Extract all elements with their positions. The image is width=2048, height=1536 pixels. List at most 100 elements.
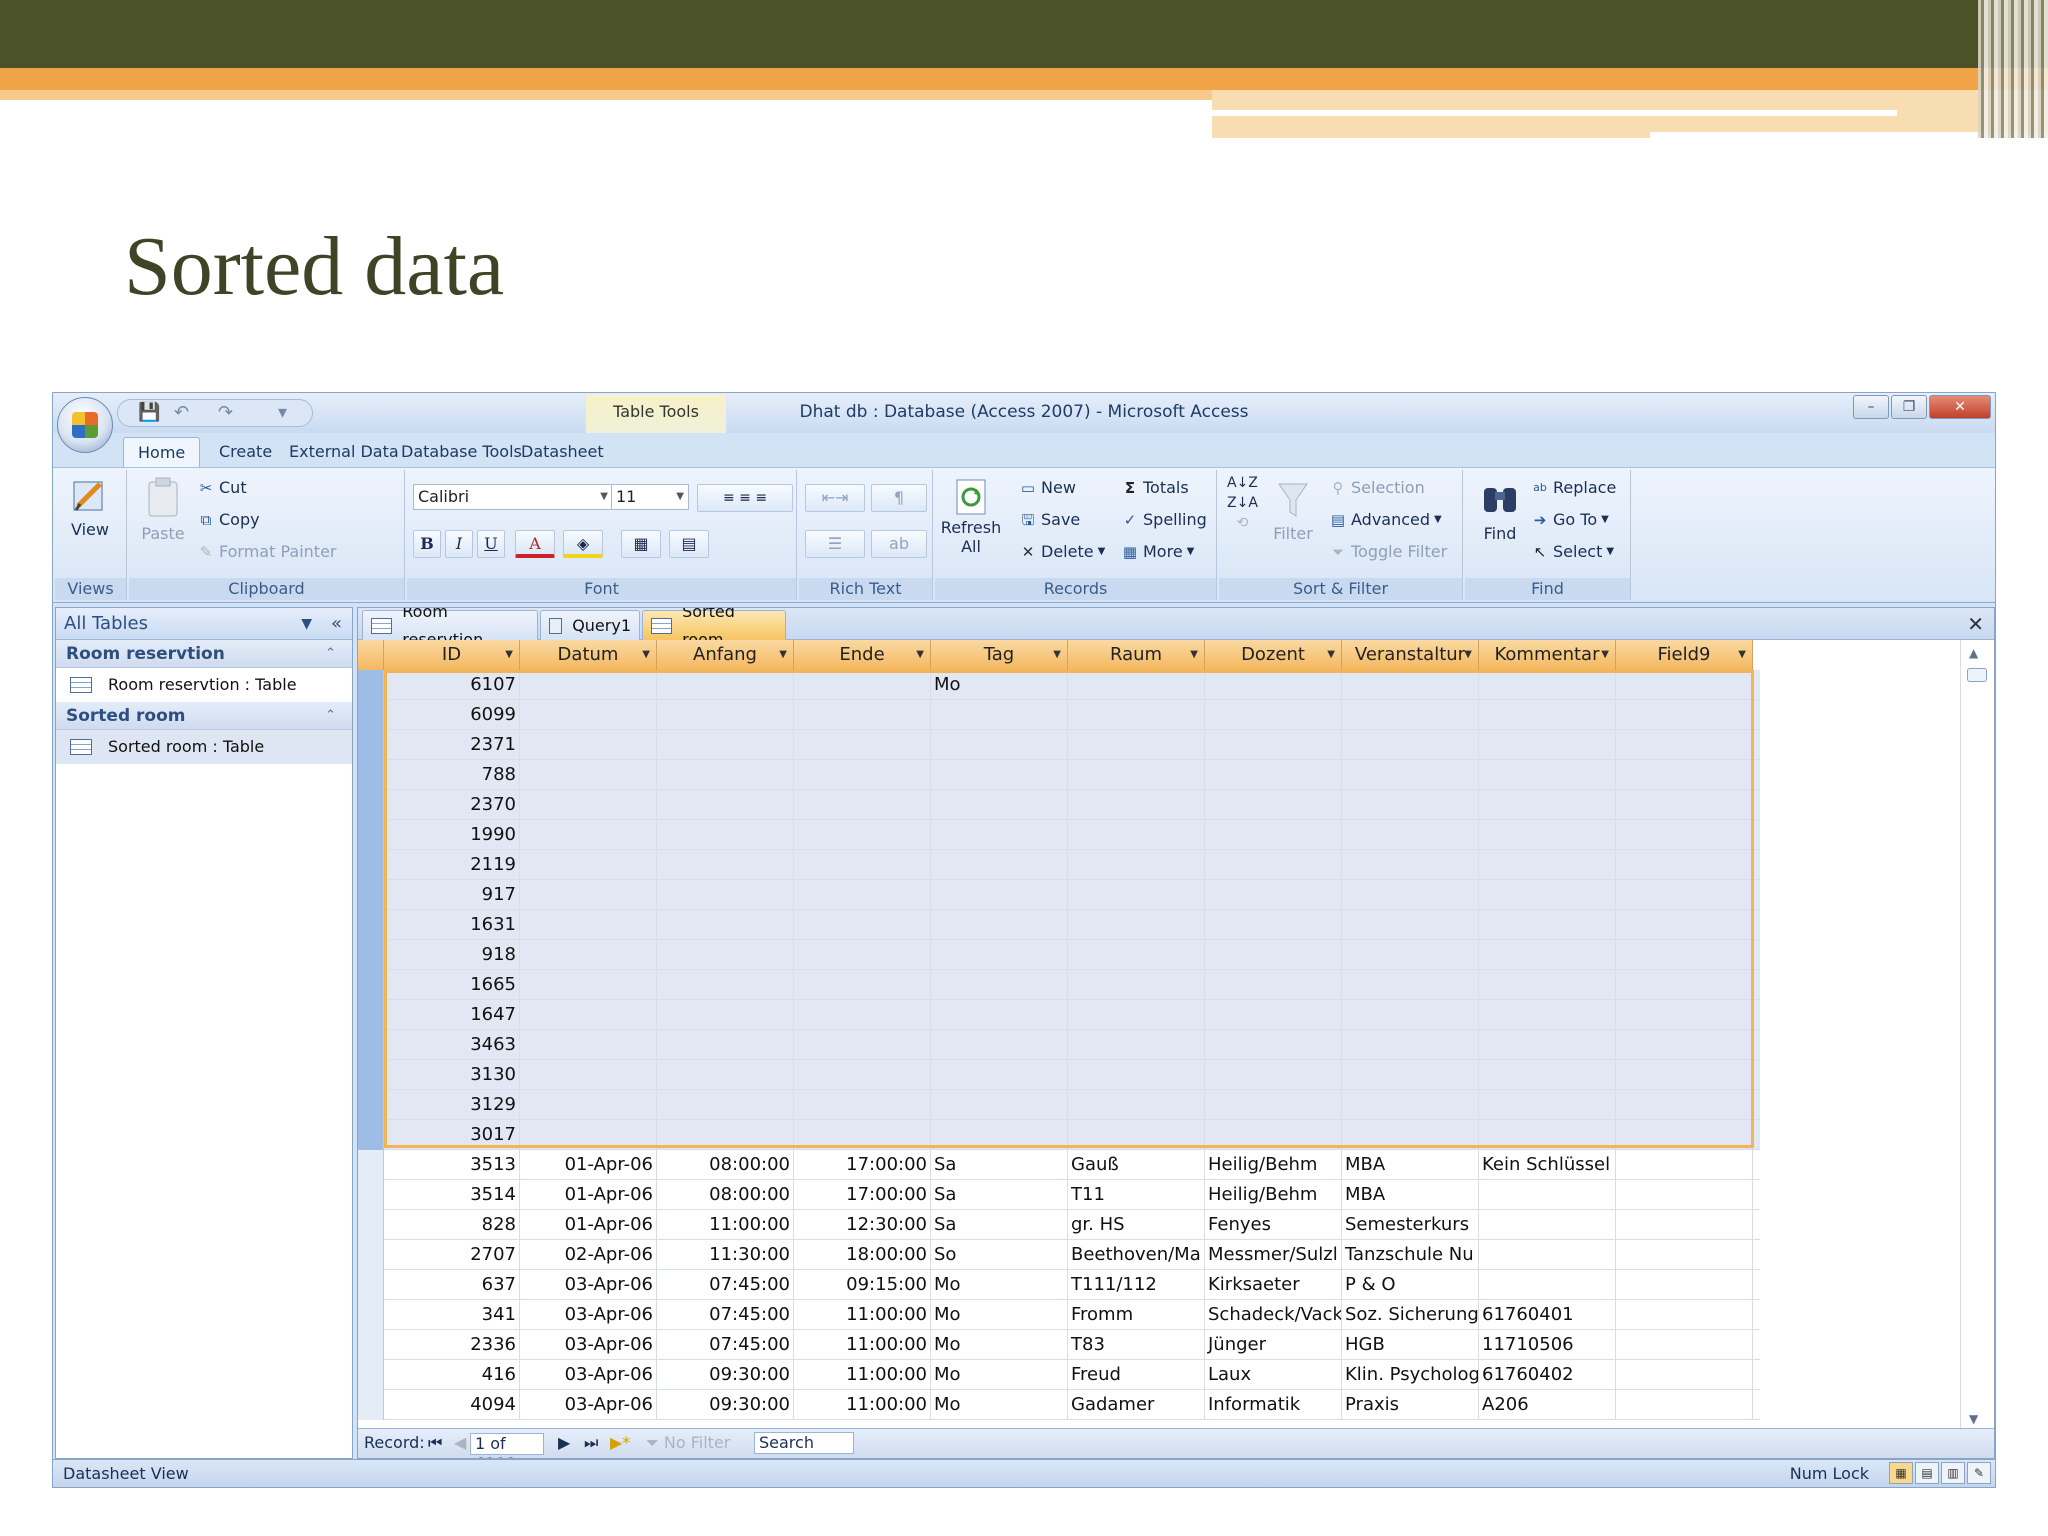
table-cell[interactable]: [1616, 850, 1753, 880]
table-cell[interactable]: HGB: [1342, 1330, 1479, 1360]
table-cell[interactable]: [1205, 850, 1342, 880]
table-cell[interactable]: [1068, 910, 1205, 940]
table-cell[interactable]: Heilig/Behm: [1205, 1150, 1342, 1180]
row-selector[interactable]: [358, 820, 384, 850]
table-cell[interactable]: [1616, 670, 1753, 700]
table-cell[interactable]: [931, 970, 1068, 1000]
table-cell[interactable]: [931, 1090, 1068, 1120]
table-cell[interactable]: [1479, 1240, 1616, 1270]
table-cell[interactable]: [794, 1120, 931, 1150]
nav-item-sorted-room-table[interactable]: Sorted room : Table: [56, 730, 352, 764]
table-cell[interactable]: [794, 970, 931, 1000]
table-cell[interactable]: [931, 1000, 1068, 1030]
table-cell[interactable]: Praxis: [1342, 1390, 1479, 1420]
nav-item-room-reservtion-table[interactable]: Room reservtion : Table: [56, 668, 352, 702]
table-cell[interactable]: [520, 1030, 657, 1060]
table-cell[interactable]: [1205, 820, 1342, 850]
table-row[interactable]: 637 03-Apr-06 07:45:00 09:15:00 Mo T111/112 Ki…: [358, 1270, 1760, 1300]
collapse-icon[interactable]: ⌃: [325, 640, 336, 668]
table-cell[interactable]: [657, 1090, 794, 1120]
format-painter-button[interactable]: ✎ Format Painter: [197, 542, 337, 561]
table-cell[interactable]: [931, 1060, 1068, 1090]
row-selector[interactable]: [358, 1150, 384, 1180]
table-cell[interactable]: T111/112: [1068, 1270, 1205, 1300]
table-cell[interactable]: [1616, 730, 1753, 760]
chevron-down-icon[interactable]: ▼: [916, 640, 924, 670]
column-header[interactable]: Ende ▼: [794, 640, 931, 670]
table-cell[interactable]: Kirksaeter: [1205, 1270, 1342, 1300]
table-cell[interactable]: [1068, 1120, 1205, 1150]
table-cell[interactable]: [520, 1090, 657, 1120]
table-row[interactable]: 828 01-Apr-06 11:00:00 12:30:00 Sa gr. HS Feny…: [358, 1210, 1760, 1240]
table-cell[interactable]: [657, 940, 794, 970]
table-cell[interactable]: [657, 730, 794, 760]
table-cell[interactable]: [1068, 1060, 1205, 1090]
table-cell[interactable]: [1068, 970, 1205, 1000]
table-cell[interactable]: Fenyes: [1205, 1210, 1342, 1240]
nav-group-room-reservtion[interactable]: Room reservtion ⌃: [56, 640, 352, 668]
table-cell[interactable]: [1616, 1360, 1753, 1390]
table-cell[interactable]: [1616, 1330, 1753, 1360]
table-cell[interactable]: 03-Apr-06: [520, 1330, 657, 1360]
table-cell[interactable]: [520, 1060, 657, 1090]
table-cell[interactable]: 11:00:00: [794, 1330, 931, 1360]
doc-tab-query1[interactable]: Query1: [540, 610, 640, 640]
table-cell[interactable]: 01-Apr-06: [520, 1180, 657, 1210]
design-view-icon[interactable]: ✎: [1967, 1462, 1991, 1484]
row-selector[interactable]: [358, 1270, 384, 1300]
paste-button[interactable]: Paste: [137, 476, 189, 543]
totals-button[interactable]: Σ Totals: [1121, 478, 1189, 497]
table-cell[interactable]: [1616, 940, 1753, 970]
table-cell[interactable]: [1068, 760, 1205, 790]
table-cell[interactable]: Semesterkurs: [1342, 1210, 1479, 1240]
table-cell[interactable]: 01-Apr-06: [520, 1150, 657, 1180]
table-cell[interactable]: [1068, 880, 1205, 910]
record-position[interactable]: 1 of 6108: [470, 1433, 544, 1458]
table-cell[interactable]: [931, 700, 1068, 730]
vertical-scrollbar[interactable]: ▲ ▼: [1960, 640, 1994, 1430]
scroll-up-icon[interactable]: ▲: [1969, 646, 1978, 660]
table-cell[interactable]: [1479, 1000, 1616, 1030]
table-cell[interactable]: 09:30:00: [657, 1360, 794, 1390]
table-cell[interactable]: [1479, 1060, 1616, 1090]
paragraph-icon[interactable]: ¶: [871, 484, 927, 512]
table-cell[interactable]: [1479, 1270, 1616, 1300]
table-cell[interactable]: [1479, 790, 1616, 820]
row-selector[interactable]: [358, 700, 384, 730]
chevron-down-icon[interactable]: ▼: [1053, 640, 1061, 670]
table-cell[interactable]: [1479, 820, 1616, 850]
table-cell[interactable]: P & O: [1342, 1270, 1479, 1300]
table-cell[interactable]: [657, 1030, 794, 1060]
table-cell[interactable]: [1616, 1000, 1753, 1030]
table-cell[interactable]: 1665: [384, 970, 520, 1000]
table-cell[interactable]: [657, 820, 794, 850]
table-cell[interactable]: Mo: [931, 1330, 1068, 1360]
table-row[interactable]: 3017: [358, 1120, 1760, 1150]
table-cell[interactable]: 02-Apr-06: [520, 1240, 657, 1270]
save-record-button[interactable]: 🖫 Save: [1019, 510, 1081, 529]
table-cell[interactable]: Beethoven/Ma: [1068, 1240, 1205, 1270]
table-cell[interactable]: 2336: [384, 1330, 520, 1360]
shutter-bar-close-icon[interactable]: «: [331, 608, 342, 640]
table-cell[interactable]: 2371: [384, 730, 520, 760]
table-cell[interactable]: T11: [1068, 1180, 1205, 1210]
table-cell[interactable]: [1479, 760, 1616, 790]
office-button[interactable]: [57, 397, 113, 453]
table-cell[interactable]: 11:00:00: [794, 1300, 931, 1330]
table-cell[interactable]: 4094: [384, 1390, 520, 1420]
table-row[interactable]: 3513 01-Apr-06 08:00:00 17:00:00 Sa Gauß Heili…: [358, 1150, 1760, 1180]
table-cell[interactable]: [794, 880, 931, 910]
table-cell[interactable]: [657, 760, 794, 790]
table-cell[interactable]: 61760401: [1479, 1300, 1616, 1330]
table-cell[interactable]: [1068, 670, 1205, 700]
table-cell[interactable]: 11:00:00: [657, 1210, 794, 1240]
table-cell[interactable]: [1342, 1120, 1479, 1150]
table-cell[interactable]: gr. HS: [1068, 1210, 1205, 1240]
table-cell[interactable]: [1205, 700, 1342, 730]
italic-button[interactable]: I: [445, 530, 473, 558]
table-cell[interactable]: A206: [1479, 1390, 1616, 1420]
table-cell[interactable]: [520, 940, 657, 970]
selection-button[interactable]: ⚲ Selection: [1329, 478, 1425, 497]
table-cell[interactable]: [657, 880, 794, 910]
table-cell[interactable]: Mo: [931, 1360, 1068, 1390]
